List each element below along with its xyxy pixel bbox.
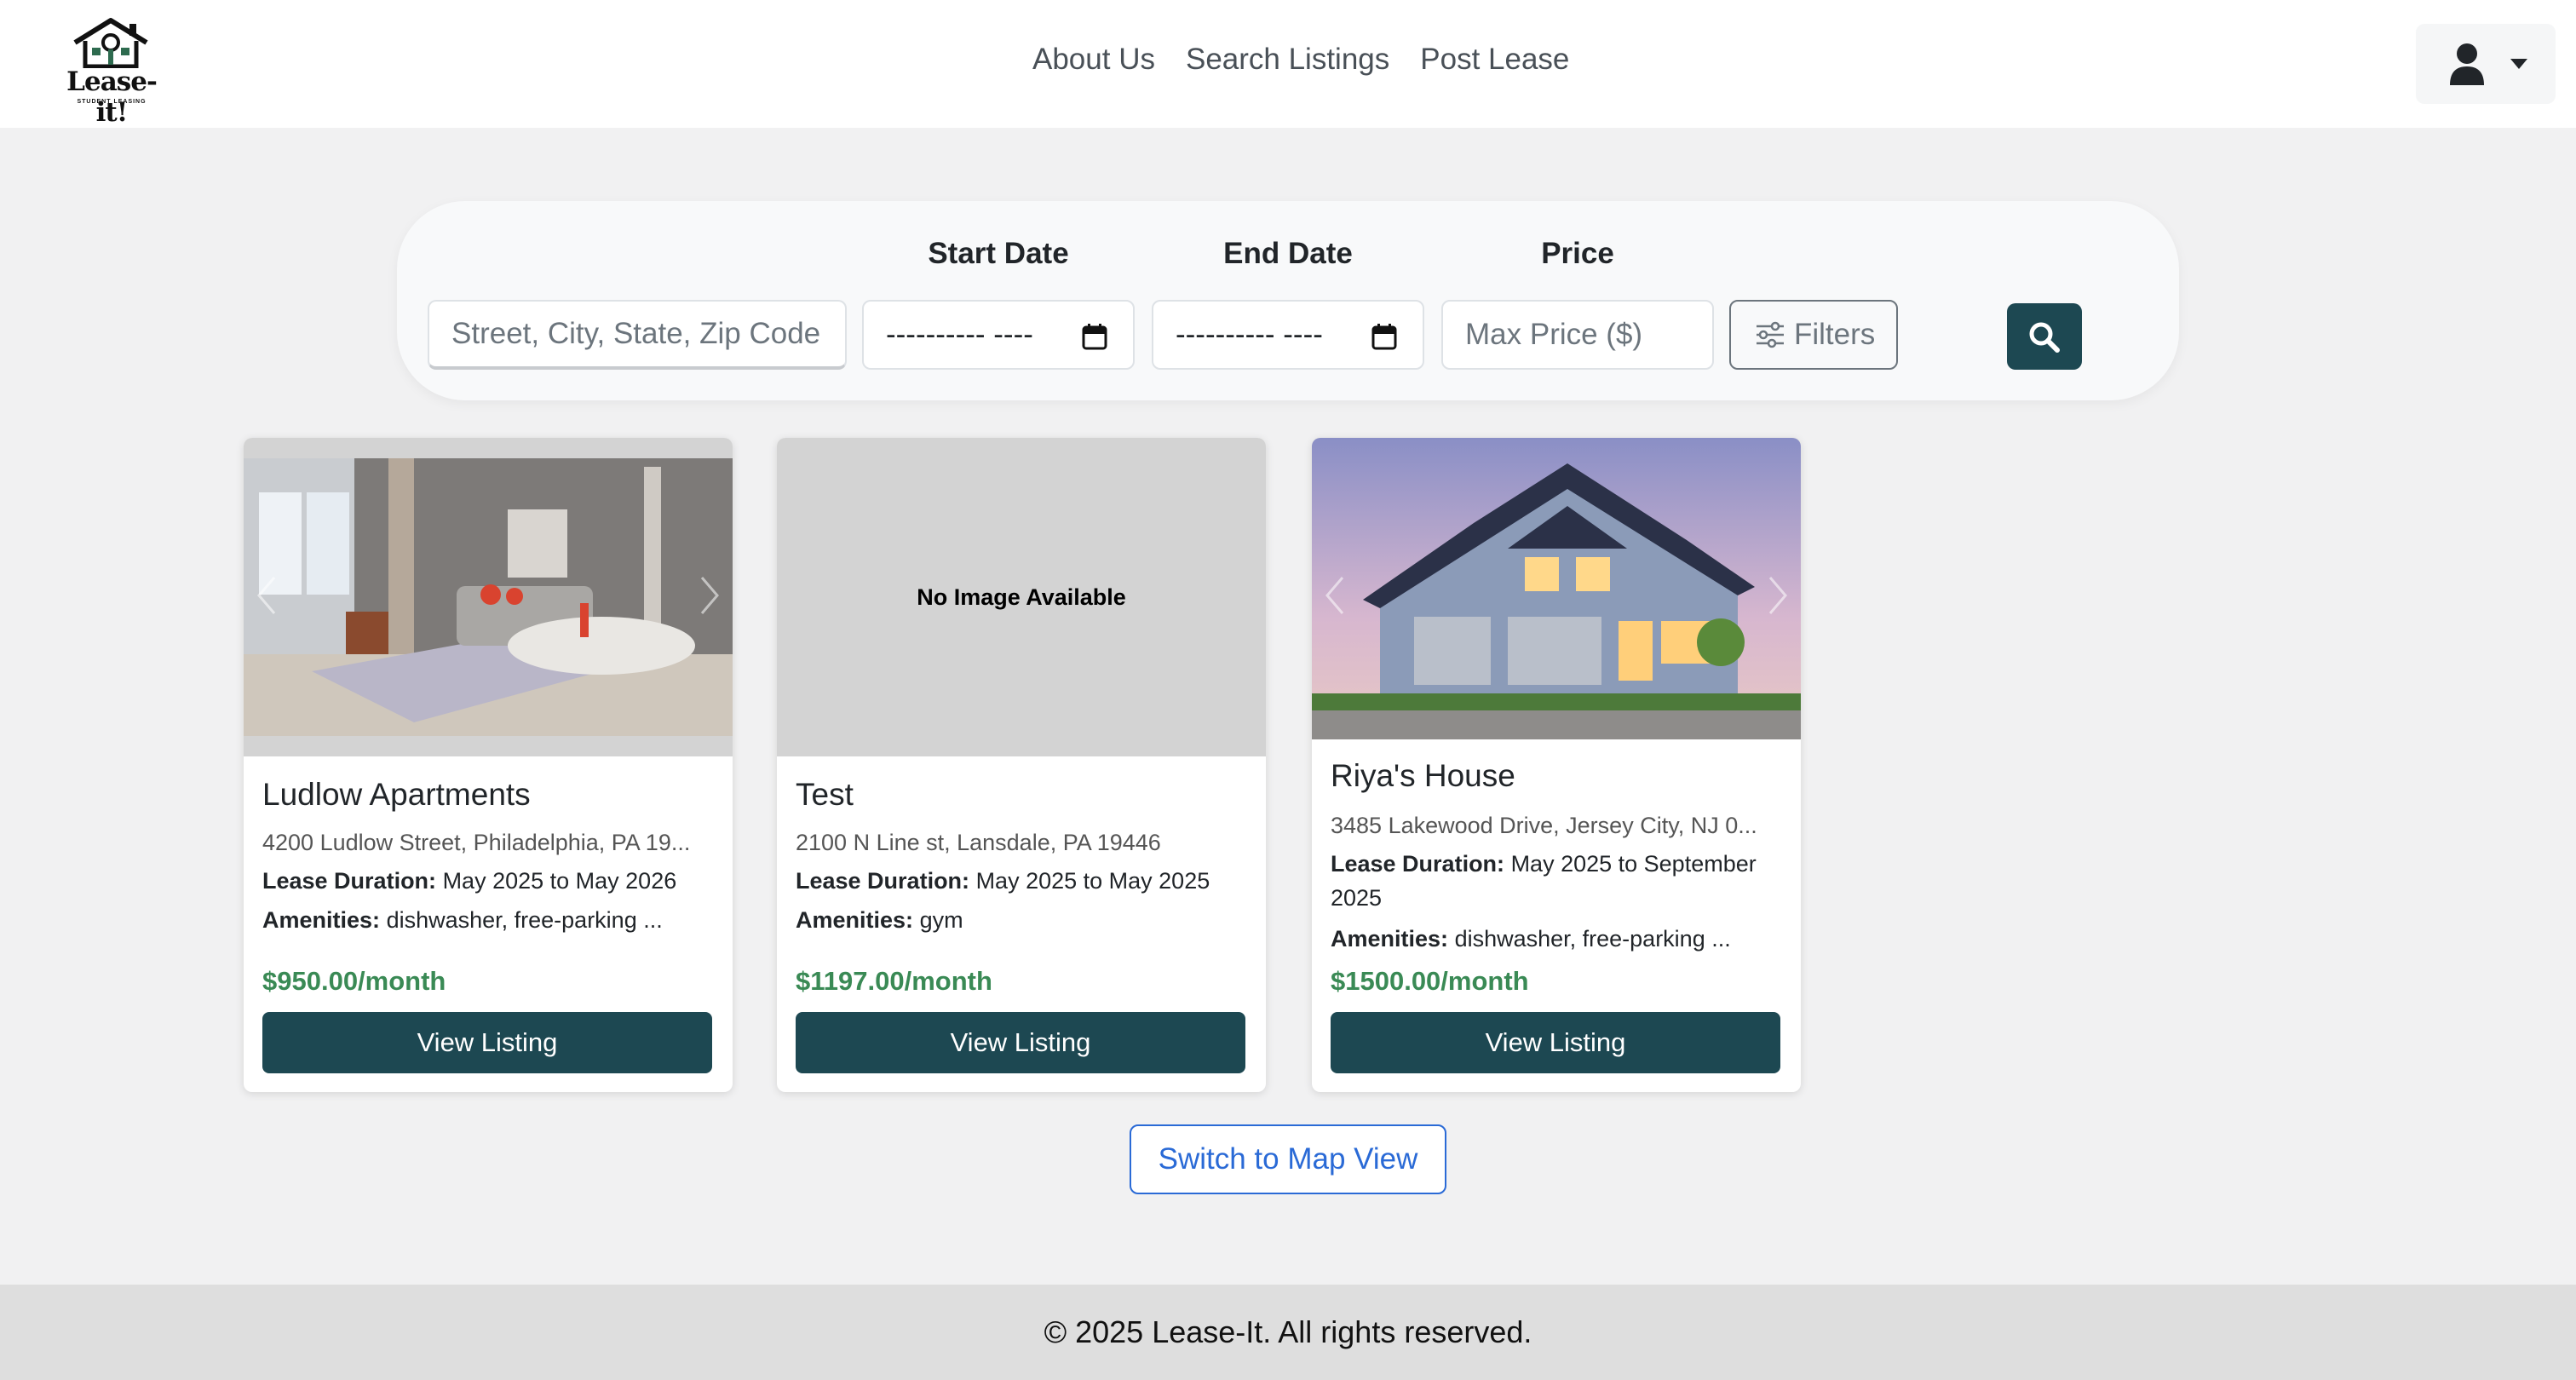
- amenities-label: Amenities:: [796, 907, 914, 933]
- amenities-label: Amenities:: [262, 907, 381, 933]
- search-icon: [2029, 322, 2060, 353]
- house-key-icon: [73, 18, 148, 68]
- switch-to-map-view-button[interactable]: Switch to Map View: [1130, 1124, 1446, 1194]
- view-listing-button[interactable]: View Listing: [262, 1012, 712, 1073]
- max-price-input[interactable]: Max Price ($): [1441, 300, 1714, 370]
- nav-post-lease[interactable]: Post Lease: [1420, 43, 1569, 77]
- carousel-prev-icon[interactable]: [1324, 574, 1346, 617]
- listing-photo[interactable]: [244, 438, 733, 756]
- listing-title: Test: [796, 777, 854, 812]
- price-label: Price: [1541, 237, 1614, 270]
- listing-title: Ludlow Apartments: [262, 777, 531, 812]
- lease-duration-value: May 2025 to May 2025: [975, 868, 1210, 894]
- location-placeholder: Street, City, State, Zip Code: [451, 317, 821, 350]
- carousel-prev-icon[interactable]: [256, 574, 278, 617]
- carousel-next-icon[interactable]: [1767, 574, 1789, 617]
- apartment-interior-image: [244, 458, 733, 736]
- amenities: Amenities: dishwasher, free-parking ...: [1331, 922, 1791, 956]
- listing-price: $950.00/month: [262, 966, 446, 996]
- listing-title: Riya's House: [1331, 758, 1515, 793]
- calendar-icon[interactable]: [1082, 323, 1107, 350]
- listing-card[interactable]: Ludlow Apartments 4200 Ludlow Street, Ph…: [244, 438, 733, 1092]
- filters-label: Filters: [1794, 318, 1876, 351]
- listing-price: $1500.00/month: [1331, 966, 1529, 996]
- footer: © 2025 Lease-It. All rights reserved.: [0, 1285, 2576, 1380]
- nav-search-listings[interactable]: Search Listings: [1186, 43, 1389, 77]
- calendar-icon[interactable]: [1371, 323, 1397, 350]
- end-date-label: End Date: [1223, 237, 1353, 270]
- user-menu-button[interactable]: [2416, 24, 2556, 104]
- lease-duration: Lease Duration: May 2025 to May 2025: [796, 864, 1256, 898]
- listing-price: $1197.00/month: [796, 966, 992, 996]
- listing-card[interactable]: No Image Available Test 2100 N Line st, …: [777, 438, 1266, 1092]
- amenities-value: dishwasher, free-parking ...: [1454, 926, 1731, 952]
- no-image-placeholder: No Image Available: [777, 438, 1266, 756]
- amenities-value: dishwasher, free-parking ...: [386, 907, 663, 933]
- lease-duration-label: Lease Duration:: [1331, 851, 1505, 877]
- brand-logo[interactable]: Lease-it! STUDENT LEASING: [56, 17, 167, 128]
- view-listing-button[interactable]: View Listing: [1331, 1012, 1780, 1073]
- end-date-value: ---------- ----: [1176, 318, 1323, 351]
- carousel-next-icon[interactable]: [699, 574, 721, 617]
- caret-down-icon: [2510, 59, 2527, 69]
- end-date-input[interactable]: ---------- ----: [1152, 300, 1424, 370]
- lease-duration-label: Lease Duration:: [796, 868, 970, 894]
- lease-duration: Lease Duration: May 2025 to September 20…: [1331, 847, 1791, 915]
- amenities-value: gym: [919, 907, 963, 933]
- view-listing-button[interactable]: View Listing: [796, 1012, 1245, 1073]
- filters-button[interactable]: Filters: [1729, 300, 1898, 370]
- sliders-icon: [1757, 321, 1784, 348]
- search-button[interactable]: [2007, 303, 2082, 370]
- lease-duration: Lease Duration: May 2025 to May 2026: [262, 864, 722, 898]
- brand-tagline: STUDENT LEASING: [77, 99, 147, 105]
- lease-duration-value: May 2025 to May 2026: [442, 868, 677, 894]
- listing-photo[interactable]: [1312, 438, 1801, 739]
- location-input[interactable]: Street, City, State, Zip Code: [428, 300, 847, 370]
- top-navbar: Lease-it! STUDENT LEASING About Us Searc…: [0, 0, 2576, 128]
- main-nav: About Us Search Listings Post Lease: [1032, 43, 1569, 77]
- listing-address: 3485 Lakewood Drive, Jersey City, NJ 0..…: [1331, 813, 1757, 838]
- amenities: Amenities: dishwasher, free-parking ...: [262, 903, 722, 937]
- user-icon: [2450, 43, 2484, 85]
- listing-card[interactable]: Riya's House 3485 Lakewood Drive, Jersey…: [1312, 438, 1801, 1092]
- nav-about-us[interactable]: About Us: [1032, 43, 1155, 77]
- listing-address: 4200 Ludlow Street, Philadelphia, PA 19.…: [262, 830, 691, 855]
- listing-address: 2100 N Line st, Lansdale, PA 19446: [796, 830, 1161, 855]
- max-price-placeholder: Max Price ($): [1465, 318, 1643, 351]
- lease-duration-label: Lease Duration:: [262, 868, 437, 894]
- start-date-value: ---------- ----: [886, 318, 1033, 351]
- start-date-label: Start Date: [928, 237, 1069, 270]
- start-date-input[interactable]: ---------- ----: [862, 300, 1135, 370]
- amenities: Amenities: gym: [796, 903, 1256, 937]
- brand-name: Lease-it!: [66, 66, 158, 128]
- copyright-text: © 2025 Lease-It. All rights reserved.: [1044, 1314, 1532, 1349]
- house-exterior-image: [1312, 438, 1801, 739]
- amenities-label: Amenities:: [1331, 926, 1449, 952]
